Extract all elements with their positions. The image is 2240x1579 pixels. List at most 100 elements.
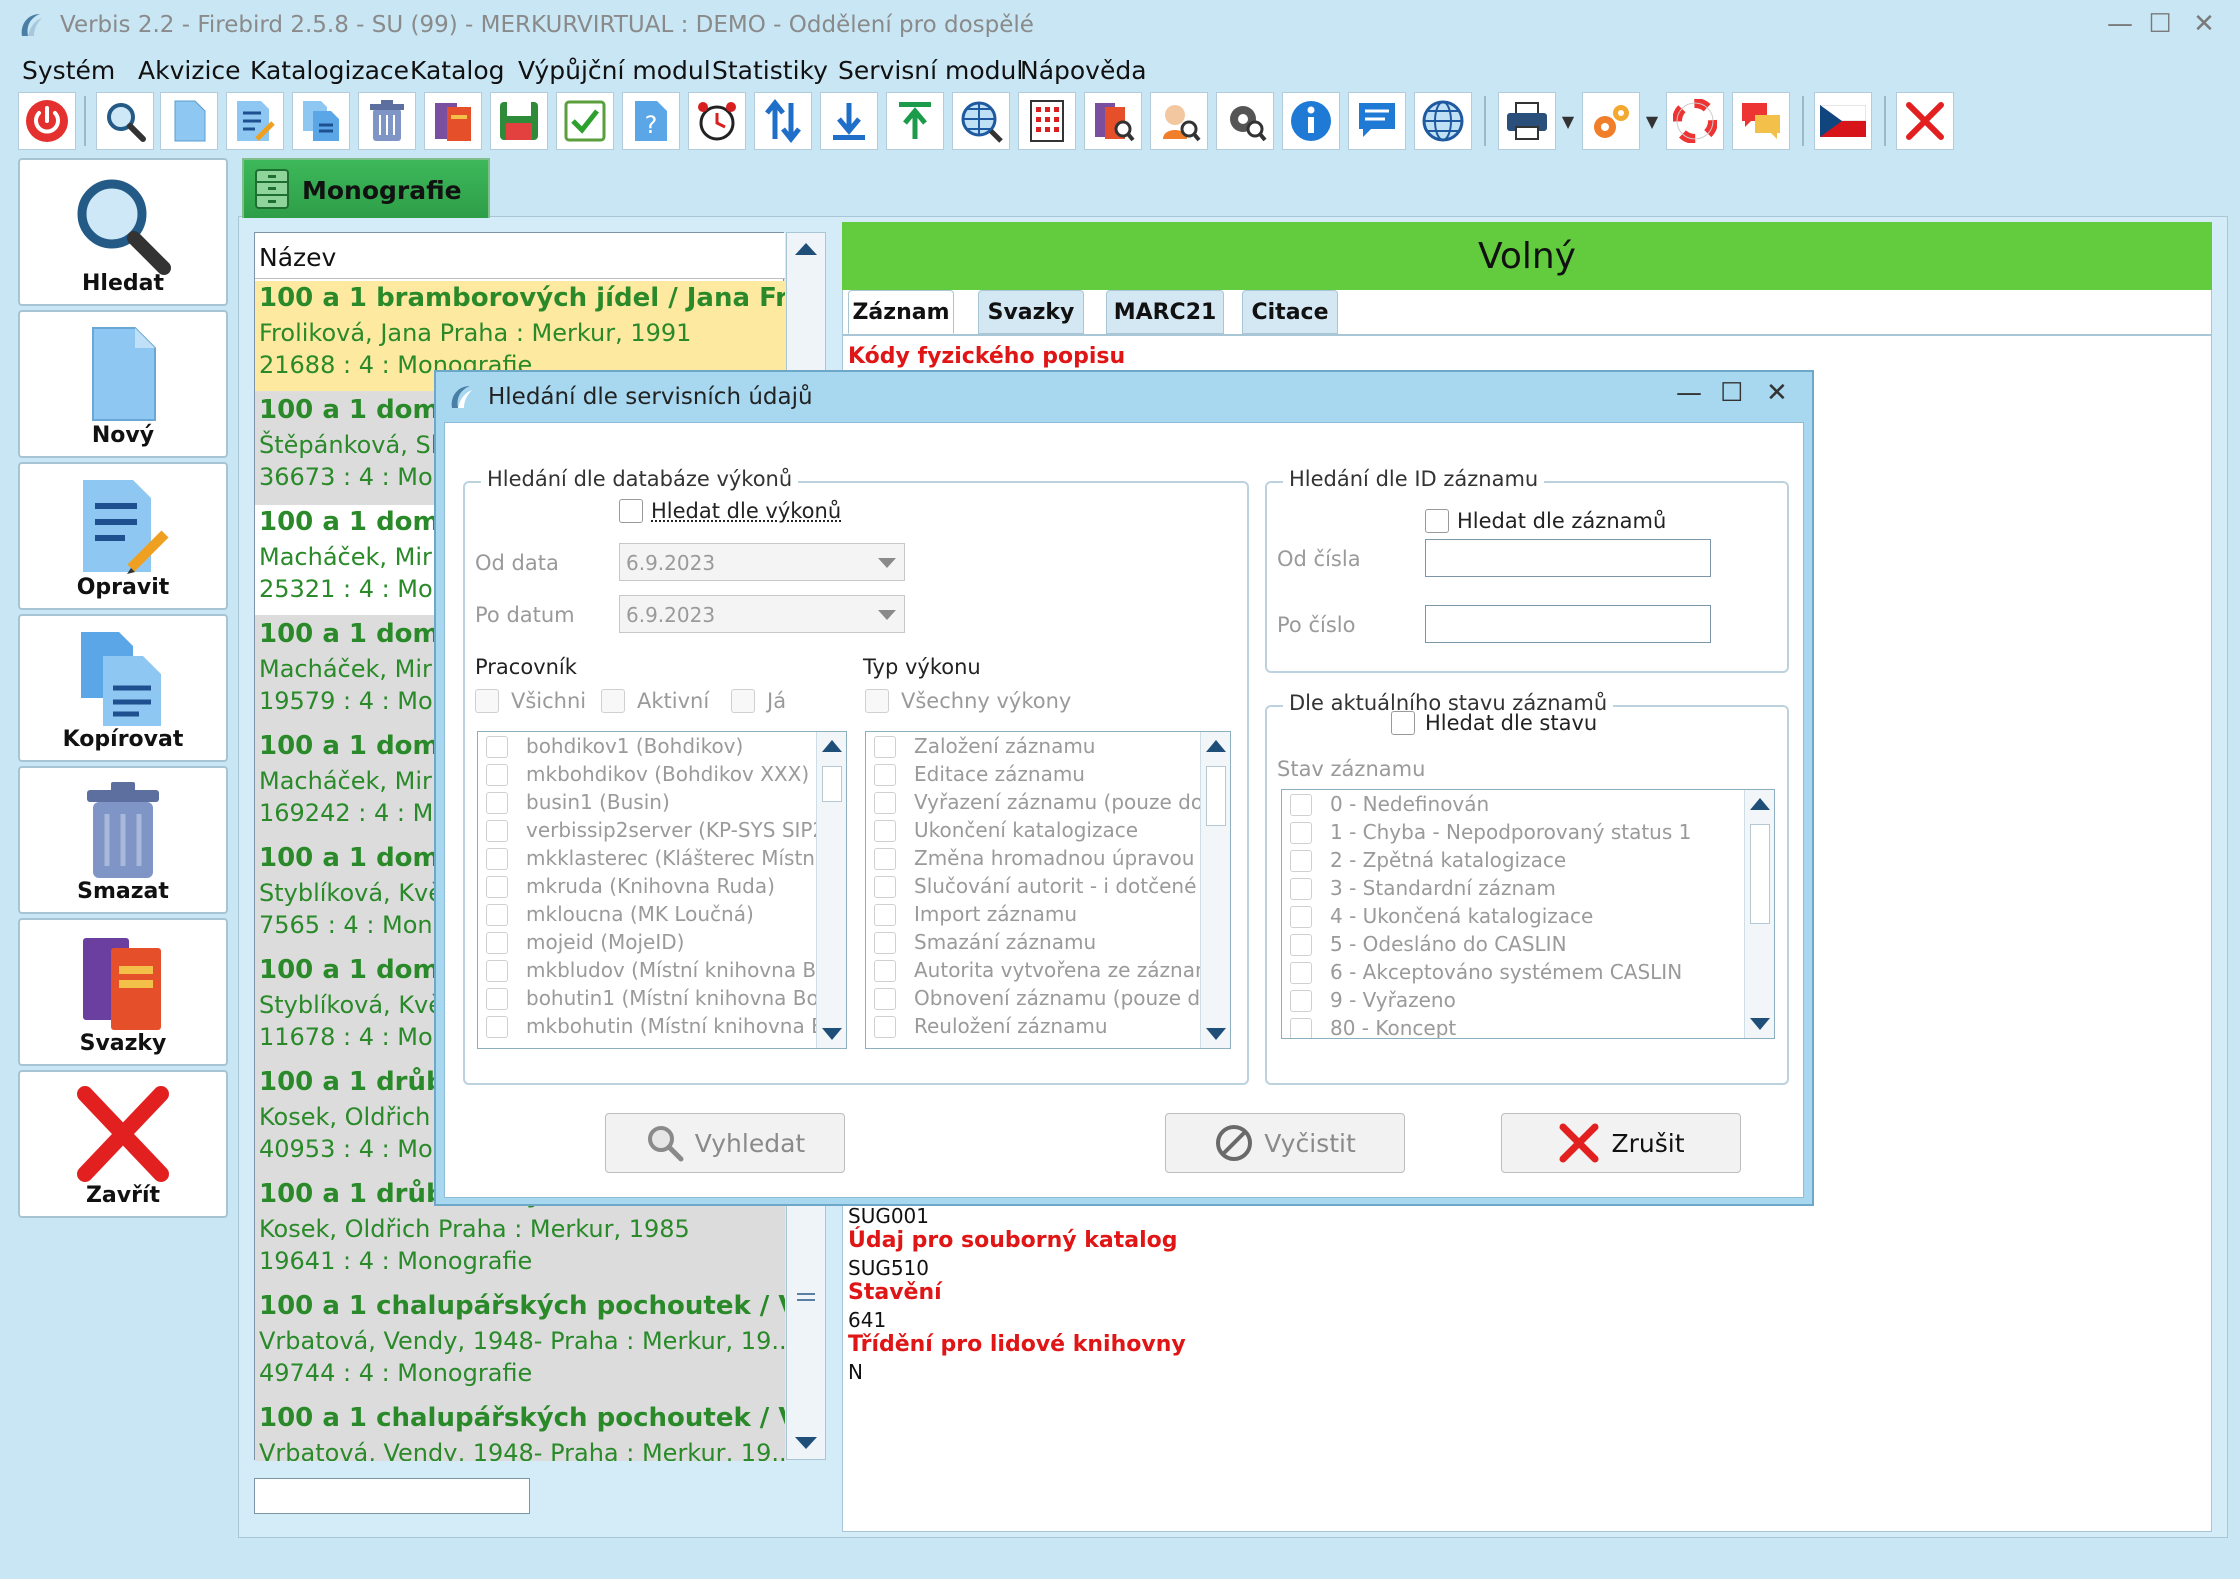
list-item[interactable]: 9 - Vyřazeno — [1290, 988, 1690, 1016]
worker-active-checkbox[interactable] — [601, 689, 625, 713]
scroll-up-icon[interactable] — [822, 740, 842, 752]
settings-search-icon[interactable] — [1216, 92, 1274, 150]
list-item[interactable]: mkklasterec (Klášterec Místní k — [486, 846, 846, 874]
globe-search-icon[interactable] — [952, 92, 1010, 150]
list-item[interactable]: mkbohutin (Místní knihovna Bo — [486, 1014, 846, 1042]
save-icon[interactable] — [490, 92, 548, 150]
list-item[interactable]: 6 - Akceptováno systémem CASLIN — [1290, 960, 1690, 988]
action-list-scrollbar[interactable] — [1200, 732, 1230, 1048]
edit-button[interactable]: Opravit — [18, 462, 228, 610]
close-icon[interactable]: ✕ — [2184, 6, 2224, 42]
search-by-state-checkbox[interactable] — [1391, 711, 1415, 735]
close-icon[interactable]: ✕ — [1766, 378, 1788, 408]
list-filter-input[interactable] — [254, 1478, 530, 1514]
cancel-button[interactable]: Zrušit — [1501, 1113, 1741, 1173]
lifebuoy-icon[interactable] — [1666, 92, 1724, 150]
power-icon[interactable] — [18, 92, 76, 150]
delete-button[interactable]: Smazat — [18, 766, 228, 914]
list-item[interactable]: Slučování autorit - i dotčené z — [874, 874, 1230, 902]
tab-citace[interactable]: Citace — [1242, 290, 1338, 334]
scroll-down-icon[interactable] — [822, 1028, 842, 1040]
scroll-down-icon[interactable] — [1750, 1018, 1770, 1030]
printer-dropdown-icon[interactable]: ▼ — [1558, 110, 1578, 132]
message-icon[interactable] — [1348, 92, 1406, 150]
printer-icon[interactable] — [1498, 92, 1556, 150]
to-number-input[interactable] — [1425, 605, 1711, 643]
record-state-list[interactable]: 0 - Nedefinován 1 - Chyba - Nepodporovan… — [1281, 789, 1775, 1039]
search-icon[interactable] — [96, 92, 154, 150]
scroll-down-icon[interactable] — [1206, 1028, 1226, 1040]
edit-document-icon[interactable] — [226, 92, 284, 150]
menu-system[interactable]: Systém — [22, 56, 115, 85]
list-item[interactable]: Vyřazení záznamu (pouze dok — [874, 790, 1230, 818]
list-item[interactable]: Obnovení záznamu (pouze do — [874, 986, 1230, 1014]
menu-katalogizace[interactable]: Katalogizace — [250, 56, 409, 85]
dialog-title-bar[interactable]: Hledání dle servisních údajů — ☐ ✕ — [436, 372, 1812, 422]
trash-icon[interactable] — [358, 92, 416, 150]
info-icon[interactable] — [1282, 92, 1340, 150]
alarm-clock-icon[interactable] — [688, 92, 746, 150]
menu-vypujcni-modul[interactable]: Výpůjční modul — [518, 56, 711, 85]
tab-marc21[interactable]: MARC21 — [1106, 290, 1224, 334]
new-document-icon[interactable] — [160, 92, 218, 150]
new-button[interactable]: Nový — [18, 310, 228, 458]
search-by-records-checkbox[interactable] — [1425, 509, 1449, 533]
menu-napoveda[interactable]: Nápověda — [1020, 56, 1147, 85]
tab-monografie[interactable]: Monografie — [242, 158, 490, 218]
list-item[interactable]: mojeid (MojeID) — [486, 930, 846, 958]
list-item[interactable]: bohdikov1 (Bohdikov) — [486, 734, 846, 762]
close-button[interactable]: Zavřít — [18, 1070, 228, 1218]
list-item[interactable]: Smazání záznamu — [874, 930, 1230, 958]
action-type-list[interactable]: Založení záznamu Editace záznamu Vyřazen… — [865, 731, 1231, 1049]
close-icon[interactable] — [1896, 92, 1954, 150]
list-item[interactable]: mkbohdikov (Bohdikov XXX) — [486, 762, 846, 790]
maximize-icon[interactable]: ☐ — [1720, 378, 1743, 408]
menu-statistiky[interactable]: Statistiky — [712, 56, 828, 85]
checklist-icon[interactable] — [556, 92, 614, 150]
list-item[interactable]: mkloucna (MK Loučná) — [486, 902, 846, 930]
menu-servisni-modul[interactable]: Servisní modul — [838, 56, 1023, 85]
worker-list-scrollbar[interactable] — [816, 732, 846, 1048]
from-date-picker[interactable]: 6.9.2023 — [619, 543, 905, 581]
copy-button[interactable]: Kopírovat — [18, 614, 228, 762]
scroll-up-icon[interactable] — [1206, 740, 1226, 752]
list-item[interactable]: 0 - Nedefinován — [1290, 792, 1690, 820]
tab-svazky[interactable]: Svazky — [978, 290, 1084, 334]
scroll-down-icon[interactable] — [795, 1437, 817, 1449]
globe-icon[interactable] — [1414, 92, 1472, 150]
list-item[interactable]: mkruda (Knihovna Ruda) — [486, 874, 846, 902]
list-item[interactable]: 100 a 1 chalupářských pochoutek / V... Vr… — [255, 1401, 785, 1461]
from-number-input[interactable] — [1425, 539, 1711, 577]
tab-zaznam[interactable]: Záznam — [848, 290, 954, 334]
clear-button[interactable]: Vyčistit — [1165, 1113, 1405, 1173]
all-actions-checkbox[interactable] — [865, 689, 889, 713]
gears-icon[interactable] — [1582, 92, 1640, 150]
worker-all-checkbox[interactable] — [475, 689, 499, 713]
list-item[interactable]: 100 a 1 chalupářských pochoutek / V... Vr… — [255, 1289, 785, 1401]
scroll-up-icon[interactable] — [795, 243, 817, 255]
list-item[interactable]: mkbludov (Místní knihovna Blu — [486, 958, 846, 986]
list-item[interactable]: 80 - Koncept — [1290, 1016, 1690, 1038]
list-item[interactable]: Import záznamu — [874, 902, 1230, 930]
list-item[interactable]: Autorita vytvořena ze záznam — [874, 958, 1230, 986]
calculator-icon[interactable] — [1018, 92, 1076, 150]
search-by-actions-checkbox[interactable] — [619, 499, 643, 523]
to-date-picker[interactable]: 6.9.2023 — [619, 595, 905, 633]
books-icon[interactable] — [424, 92, 482, 150]
list-item[interactable]: busin1 (Busin) — [486, 790, 846, 818]
volumes-button[interactable]: Svazky — [18, 918, 228, 1066]
worker-me-checkbox[interactable] — [731, 689, 755, 713]
list-item[interactable]: 3 - Standardní záznam — [1290, 876, 1690, 904]
upload-icon[interactable] — [886, 92, 944, 150]
menu-akvizice[interactable]: Akvizice — [138, 56, 241, 85]
user-search-icon[interactable] — [1150, 92, 1208, 150]
help-document-icon[interactable]: ? — [622, 92, 680, 150]
czech-flag-icon[interactable] — [1814, 92, 1872, 150]
worker-list[interactable]: bohdikov1 (Bohdikov) mkbohdikov (Bohdiko… — [477, 731, 847, 1049]
list-item[interactable]: bohutin1 (Místní knihovna Boh — [486, 986, 846, 1014]
sort-icon[interactable] — [754, 92, 812, 150]
copy-document-icon[interactable] — [292, 92, 350, 150]
list-item[interactable]: 4 - Ukončená katalogizace — [1290, 904, 1690, 932]
list-item[interactable]: Založení záznamu — [874, 734, 1230, 762]
maximize-icon[interactable]: ☐ — [2140, 6, 2180, 42]
